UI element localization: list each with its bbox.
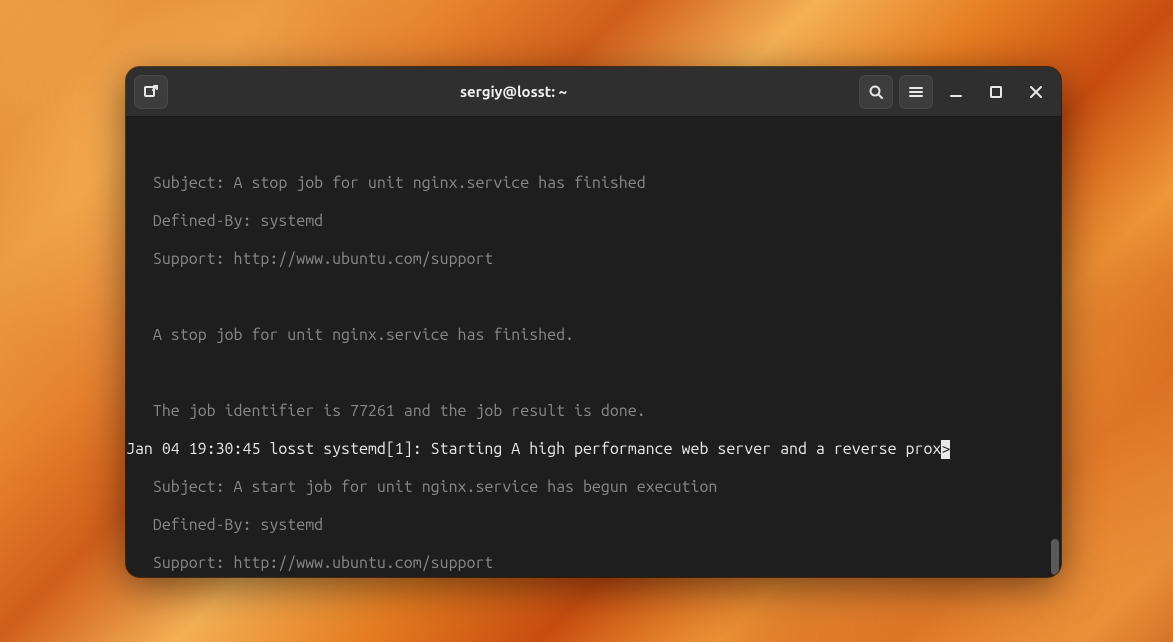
log-line: The job identifier is 77261 and the job … xyxy=(126,402,1061,421)
close-icon xyxy=(1028,84,1044,100)
hamburger-icon xyxy=(908,84,924,100)
log-line: Subject: A start job for unit nginx.serv… xyxy=(126,478,1061,497)
minimize-button[interactable] xyxy=(939,75,973,109)
maximize-icon xyxy=(988,84,1004,100)
titlebar-right xyxy=(859,75,1053,109)
scrollbar[interactable] xyxy=(1049,117,1059,577)
new-tab-button[interactable] xyxy=(134,75,168,109)
terminal-window: sergiy@losst: ~ xyxy=(126,67,1061,577)
log-line xyxy=(126,288,1061,307)
log-line: Support: http://www.ubuntu.com/support xyxy=(126,554,1061,573)
terminal-output: Subject: A stop job for unit nginx.servi… xyxy=(126,155,1061,577)
maximize-button[interactable] xyxy=(979,75,1013,109)
search-button[interactable] xyxy=(859,75,893,109)
close-button[interactable] xyxy=(1019,75,1053,109)
terminal-body[interactable]: Subject: A stop job for unit nginx.servi… xyxy=(126,117,1061,577)
titlebar: sergiy@losst: ~ xyxy=(126,67,1061,117)
log-line: Defined-By: systemd xyxy=(126,516,1061,535)
window-title: sergiy@losst: ~ xyxy=(174,83,853,100)
menu-button[interactable] xyxy=(899,75,933,109)
minimize-icon xyxy=(948,84,964,100)
scrollbar-thumb[interactable] xyxy=(1051,539,1059,575)
log-line: Subject: A stop job for unit nginx.servi… xyxy=(126,174,1061,193)
log-line: Defined-By: systemd xyxy=(126,212,1061,231)
log-line: Support: http://www.ubuntu.com/support xyxy=(126,250,1061,269)
log-entry: Jan 04 19:30:45 losst systemd[1]: Starti… xyxy=(126,440,1061,459)
continuation-marker: > xyxy=(941,440,950,459)
search-icon xyxy=(868,84,884,100)
new-tab-icon xyxy=(143,84,159,100)
log-line: A stop job for unit nginx.service has fi… xyxy=(126,326,1061,345)
log-line xyxy=(126,364,1061,383)
